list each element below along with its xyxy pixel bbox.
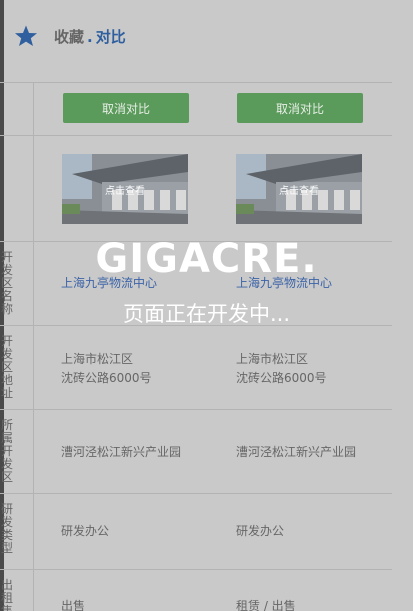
product-thumbnail[interactable]: 点击查看 xyxy=(236,154,362,224)
star-icon[interactable] xyxy=(14,24,38,48)
divider xyxy=(0,135,392,136)
column-divider xyxy=(33,82,34,611)
cancel-compare-button[interactable]: 取消对比 xyxy=(237,93,363,123)
row-label-type: 研发类型 xyxy=(1,502,14,555)
divider xyxy=(0,82,392,83)
divider xyxy=(0,409,392,410)
type-value: 研发办公 xyxy=(61,524,110,538)
product-thumbnail[interactable]: 点击查看 xyxy=(62,154,188,224)
title-separator: . xyxy=(87,28,93,46)
address-line-2: 沈砖公路6000号 xyxy=(236,371,327,385)
divider xyxy=(0,569,392,570)
address-line-1: 上海市松江区 xyxy=(61,352,134,366)
under-development-message: 页面正在开发中... xyxy=(122,302,291,326)
page-title: 收藏. 对比 xyxy=(54,26,126,47)
rent-value: 出售 xyxy=(61,599,86,611)
brand-logo: GIGACRE. xyxy=(95,236,318,282)
view-details-label: 点击查看 xyxy=(279,186,319,197)
divider xyxy=(0,493,392,494)
park-value: 漕河泾松江新兴产业园 xyxy=(61,445,182,459)
page-header: 收藏. 对比 xyxy=(4,0,413,82)
address-line-1: 上海市松江区 xyxy=(236,352,309,366)
address-line-2: 沈砖公路6000号 xyxy=(61,371,152,385)
title-favorites: 收藏 xyxy=(54,28,85,46)
type-value: 研发办公 xyxy=(236,524,285,538)
title-compare: 对比 xyxy=(95,28,126,46)
rent-value: 租赁 / 出售 xyxy=(236,599,296,611)
park-value: 漕河泾松江新兴产业园 xyxy=(236,445,357,459)
row-label-rent: 出租售 xyxy=(1,578,14,611)
view-details-label: 点击查看 xyxy=(105,186,145,197)
row-label-address: 开发区地址 xyxy=(1,334,14,400)
row-label-park: 所属开发区 xyxy=(1,418,14,484)
cancel-compare-button[interactable]: 取消对比 xyxy=(63,93,189,123)
